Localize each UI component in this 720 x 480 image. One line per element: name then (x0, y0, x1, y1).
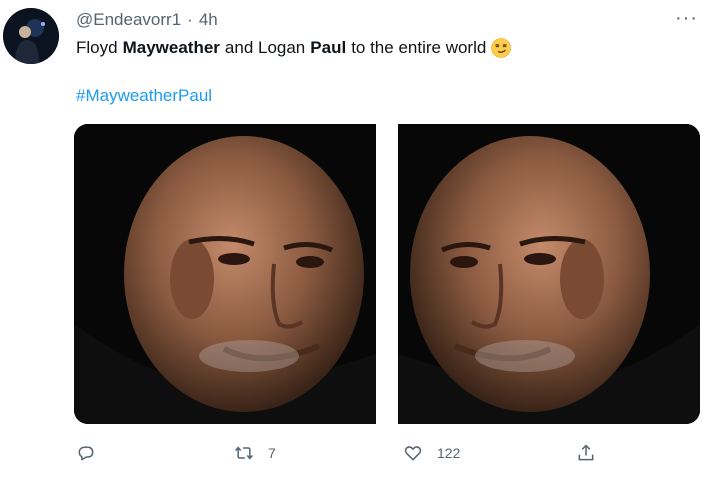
retweet-count: 7 (268, 445, 276, 461)
tweet-handle[interactable]: @Endeavorr1 (76, 10, 181, 30)
tweet-actions: 7 122 (76, 438, 636, 468)
meme-image-left (74, 124, 376, 424)
like-count: 122 (437, 445, 461, 461)
tweet-text-part: Floyd (76, 38, 118, 57)
header-separator: · (187, 10, 193, 29)
hashtag-link[interactable]: #MayweatherPaul (76, 86, 212, 106)
tweet-text-bold: Mayweather (122, 38, 220, 57)
avatar-image (3, 8, 59, 64)
tweet-text: Floyd Mayweather and Logan Paul to the e… (76, 36, 512, 60)
tweet-text-part: to the entire world (351, 38, 487, 57)
retweet-icon (235, 446, 253, 460)
share-icon (578, 444, 594, 461)
reply-icon (78, 446, 94, 461)
retweet-button[interactable]: 7 (234, 443, 276, 463)
tweet-media[interactable] (74, 124, 700, 424)
tweet-text-bold: Paul (310, 38, 347, 57)
tweet-text-part: and Logan (224, 38, 306, 57)
heart-icon (404, 446, 422, 461)
meme-image-right (398, 124, 700, 424)
like-button[interactable]: 122 (403, 443, 460, 463)
tweet-timestamp[interactable]: 4h (199, 10, 218, 30)
share-button[interactable] (576, 443, 596, 463)
reply-button[interactable] (76, 443, 96, 463)
more-options-button[interactable]: ··· (675, 8, 698, 28)
avatar[interactable] (3, 8, 59, 64)
image-divider (376, 124, 398, 424)
tweet-header: @Endeavorr1 · 4h (76, 8, 218, 32)
smirking-face-icon (491, 38, 512, 58)
